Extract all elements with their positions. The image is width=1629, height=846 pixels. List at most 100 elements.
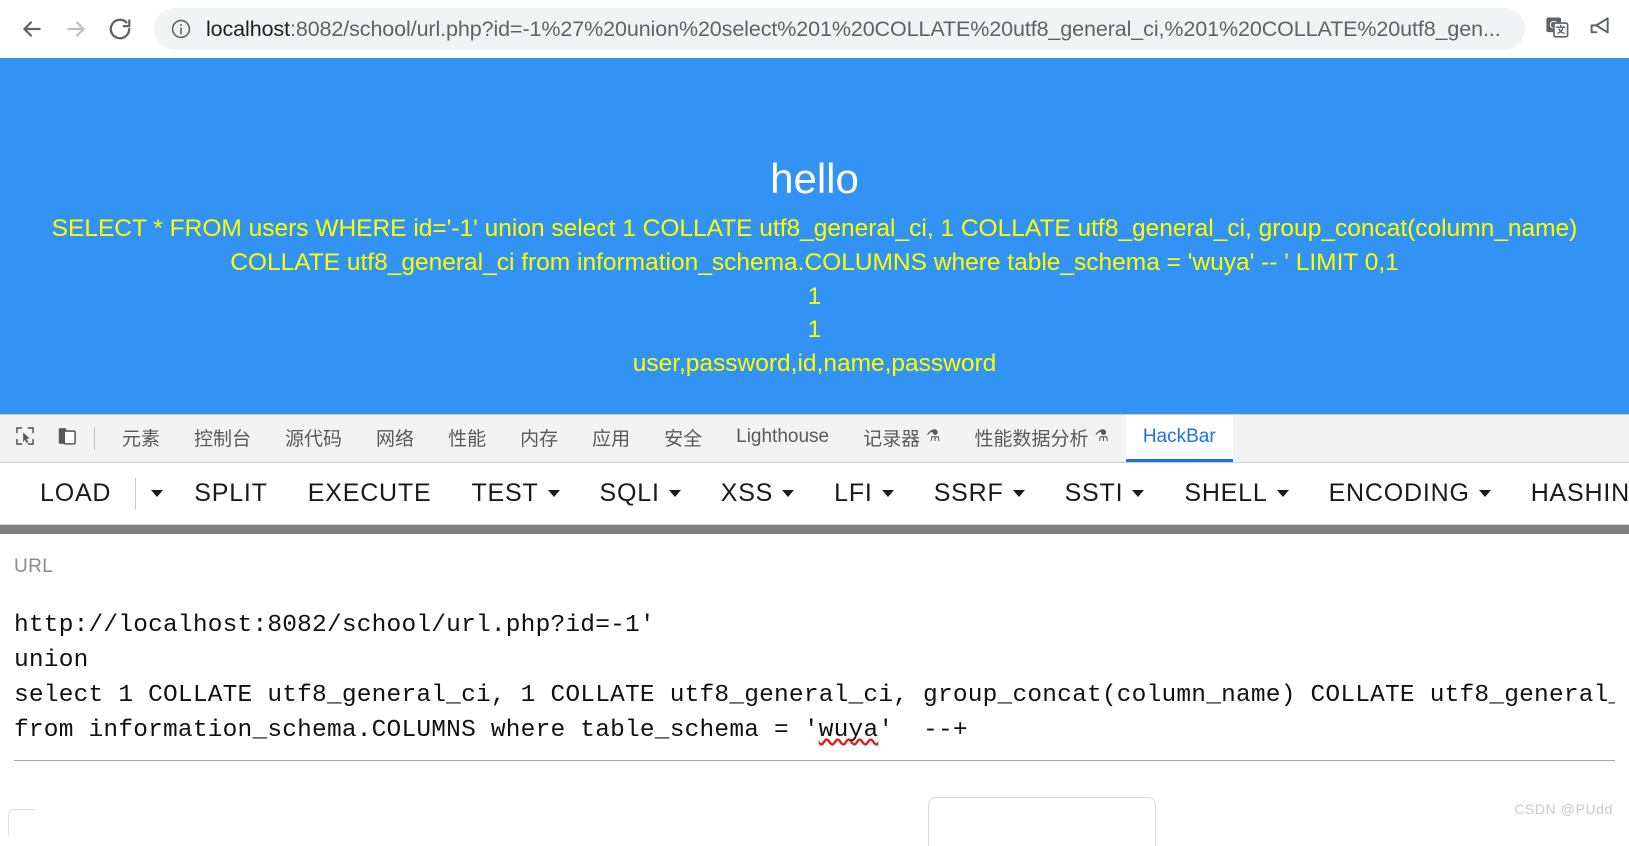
hackbar-item-label: SQLI (599, 479, 660, 507)
tab-application[interactable]: 应用 (575, 415, 647, 462)
hackbar-shell-menu[interactable]: SHELL (1164, 479, 1308, 508)
url-line: select 1 COLLATE utf8_general_ci, 1 COLL… (14, 682, 1615, 709)
devtools-tabbar: 元素 控制台 源代码 网络 性能 内存 应用 安全 Lighthouse 记录器… (0, 415, 1629, 463)
address-bar-text: localhost:8082/school/url.php?id=-1%27%2… (206, 17, 1501, 42)
chevron-down-icon (1276, 490, 1289, 497)
url-line: http://localhost:8082/school/url.php?id=… (14, 612, 655, 639)
device-toolbar-button[interactable] (46, 415, 88, 462)
hackbar-split-button[interactable]: SPLIT (174, 479, 287, 508)
tab-hackbar[interactable]: HackBar (1125, 415, 1233, 462)
hackbar-ssrf-menu[interactable]: SSRF (914, 479, 1045, 508)
chevron-down-icon (1012, 490, 1025, 497)
arrow-left-icon (19, 16, 45, 42)
page-viewport: hello SELECT * FROM users WHERE id='-1' … (0, 58, 1629, 414)
tab-label: HackBar (1142, 426, 1216, 447)
hackbar-item-label: LFI (834, 479, 873, 507)
toolbar-divider (94, 427, 95, 450)
device-toolbar-icon (56, 425, 78, 452)
forward-button[interactable] (54, 7, 98, 51)
hackbar-ssti-menu[interactable]: SSTI (1045, 479, 1165, 508)
hackbar-section-divider (0, 525, 1629, 534)
hackbar-item-label: SPLIT (194, 479, 268, 507)
hackbar-item-label: SSTI (1064, 479, 1124, 507)
share-button[interactable] (1579, 9, 1619, 49)
tab-sources[interactable]: 源代码 (268, 415, 359, 462)
tab-performance-insights[interactable]: 性能数据分析 ⚗ (957, 415, 1125, 462)
hackbar-load-button[interactable]: LOAD (20, 479, 131, 508)
chevron-down-icon (782, 490, 795, 497)
spellcheck-word: wuya (818, 717, 879, 744)
hackbar-test-menu[interactable]: TEST (451, 479, 579, 508)
url-line: union (14, 647, 89, 674)
inspect-element-button[interactable] (4, 415, 46, 462)
url-section-label: URL (14, 556, 54, 577)
tab-label: 控制台 (194, 428, 252, 450)
hackbar-toolbar: LOAD SPLIT EXECUTE TEST SQLI XSS LFI SSR… (0, 463, 1629, 525)
flask-icon: ⚗ (1094, 428, 1109, 445)
tab-label: 元素 (122, 428, 161, 450)
result-row: 1 (807, 316, 822, 344)
tab-label: 源代码 (285, 428, 343, 450)
hackbar-item-label: XSS (720, 479, 774, 507)
hackbar-item-label: ENCODING (1328, 479, 1470, 507)
tab-recorder[interactable]: 记录器 ⚗ (846, 415, 957, 462)
hackbar-divider (135, 477, 137, 510)
hackbar-sqli-menu[interactable]: SQLI (580, 479, 701, 508)
tab-label: 性能 (448, 428, 487, 450)
sql-query-echo: SELECT * FROM users WHERE id='-1' union … (51, 215, 1578, 276)
arrow-right-icon (63, 16, 89, 42)
tab-lighthouse[interactable]: Lighthouse (719, 415, 846, 462)
hackbar-xss-menu[interactable]: XSS (701, 479, 814, 508)
hackbar-lfi-menu[interactable]: LFI (814, 479, 914, 508)
hackbar-hashing-menu[interactable]: HASHING (1511, 479, 1629, 508)
inspect-cursor-icon (14, 425, 36, 452)
watermark: CSDN @PUdd (1514, 801, 1613, 817)
share-icon (1586, 14, 1612, 45)
reload-icon (107, 16, 133, 42)
tab-label: 性能数据分析 (974, 428, 1089, 450)
tab-label: 应用 (592, 428, 631, 450)
info-circle-icon[interactable] (170, 18, 192, 40)
footer-button-outline[interactable] (928, 797, 1156, 846)
hackbar-load-dropdown[interactable] (140, 490, 174, 497)
url-panel: URL http://localhost:8082/school/url.php… (0, 534, 1629, 761)
tab-elements[interactable]: 元素 (105, 415, 177, 462)
hackbar-item-label: HASHING (1530, 479, 1629, 507)
chevron-down-icon (547, 490, 560, 497)
chevron-down-icon (1478, 490, 1491, 497)
tab-label: 网络 (376, 428, 415, 450)
result-row: user,password,id,name,password (632, 350, 997, 378)
flask-icon: ⚗ (926, 428, 941, 445)
url-input[interactable]: http://localhost:8082/school/url.php?id=… (14, 608, 1615, 748)
back-button[interactable] (10, 7, 54, 51)
address-bar[interactable]: localhost:8082/school/url.php?id=-1%27%2… (154, 8, 1525, 50)
tab-console[interactable]: 控制台 (177, 415, 268, 462)
translate-button[interactable]: G (1537, 9, 1577, 49)
tab-security[interactable]: 安全 (647, 415, 719, 462)
tab-label: Lighthouse (736, 426, 830, 447)
tab-label: 内存 (520, 428, 559, 450)
reload-button[interactable] (98, 7, 142, 51)
hackbar-execute-button[interactable]: EXECUTE (288, 479, 452, 508)
hackbar-item-label: TEST (471, 479, 539, 507)
tab-label: 安全 (664, 428, 703, 450)
tab-performance[interactable]: 性能 (431, 415, 503, 462)
hackbar-item-label: EXECUTE (307, 479, 432, 507)
browser-toolbar: localhost:8082/school/url.php?id=-1%27%2… (0, 0, 1629, 58)
address-path: :8082/school/url.php?id=-1%27%20union%20… (289, 16, 1501, 41)
chevron-down-icon (881, 490, 894, 497)
hackbar-item-label: LOAD (40, 479, 112, 507)
chevron-down-icon (151, 490, 164, 497)
tab-memory[interactable]: 内存 (503, 415, 575, 462)
hackbar-encoding-menu[interactable]: ENCODING (1309, 479, 1511, 508)
chevron-down-icon (1132, 490, 1145, 497)
hackbar-item-label: SSRF (933, 479, 1004, 507)
chevron-down-icon (668, 490, 681, 497)
hackbar-item-label: SHELL (1184, 479, 1268, 507)
translate-icon: G (1544, 14, 1570, 45)
address-host: localhost (206, 16, 290, 41)
url-line-final: from information_schema.COLUMNS where ta… (14, 717, 968, 744)
hackbar-footer: CSDN @PUdd (0, 761, 1629, 846)
tab-label: 记录器 (863, 428, 921, 450)
tab-network[interactable]: 网络 (359, 415, 431, 462)
